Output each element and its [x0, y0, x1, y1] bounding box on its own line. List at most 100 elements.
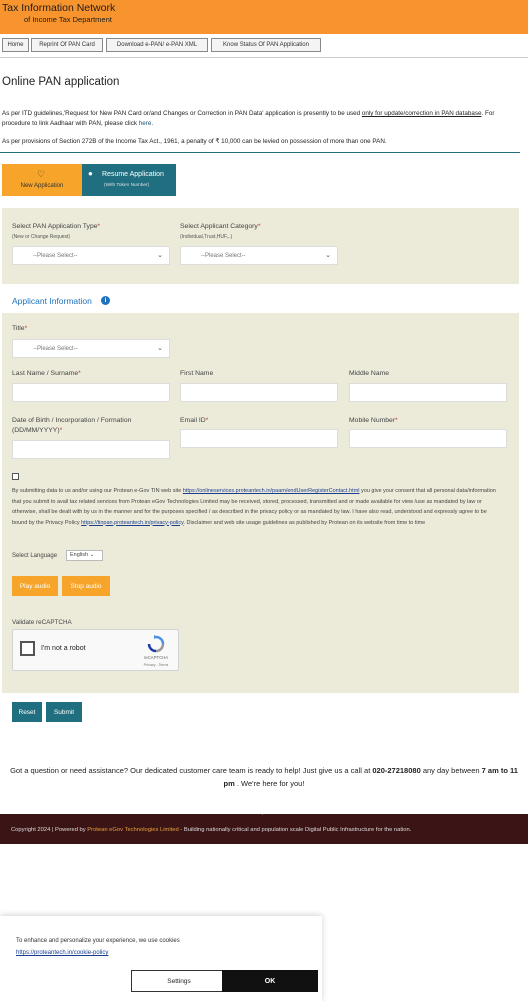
submit-button[interactable]: Submit: [46, 702, 82, 722]
guidelines-underline: only for update/correction in PAN databa…: [361, 110, 482, 117]
tab-new-application[interactable]: ♡ New Application: [2, 164, 82, 196]
tab-new-application-label: New Application: [20, 183, 64, 189]
guidelines-text: As per ITD guidelines,'Request for New P…: [2, 109, 522, 129]
dob-format-text: (DD/MM/YYYY): [12, 427, 60, 434]
mobile-label: Mobile Number*: [349, 417, 398, 424]
language-select-value: English: [70, 552, 89, 558]
play-audio-button[interactable]: Play audio: [12, 576, 58, 596]
reset-button[interactable]: Reset: [12, 702, 42, 722]
guidelines-text-a: As per ITD guidelines,'Request for New P…: [2, 110, 362, 117]
consent-text-c: . Disclaimer and web site usage guidelin…: [183, 519, 426, 526]
penalty-text: As per provisions of Section 272B of the…: [2, 138, 387, 145]
nav-download-epan[interactable]: Download e-PAN/ e-PAN XML: [106, 38, 208, 52]
privacy-policy-link[interactable]: https://tinpan.proteantech.in/privacy-po…: [81, 520, 183, 526]
nav-know-status[interactable]: Know Status Of PAN Application: [211, 38, 321, 52]
mobile-label-text: Mobile Number: [349, 417, 396, 424]
app-type-label: Select PAN Application Type*: [12, 223, 100, 230]
title-select-value: --Please Select--: [33, 346, 78, 352]
required-mark: *: [24, 325, 28, 332]
middle-name-input[interactable]: [349, 383, 507, 402]
info-icon[interactable]: i: [101, 296, 110, 305]
language-select[interactable]: English ⌄: [66, 550, 103, 561]
consent-text-a: By submitting data to us and/or using ou…: [12, 488, 183, 494]
site-footer: ↑ Copyright 2024 | Powered by Protean eG…: [0, 805, 528, 844]
category-hint: (Individual,Trust,HUF,..): [180, 234, 233, 240]
title-select[interactable]: --Please Select-- ⌄: [12, 339, 170, 358]
category-label-text: Select Applicant Category: [180, 223, 258, 230]
last-name-label: Last Name / Surname*: [12, 370, 81, 377]
site-title: Tax Information Network: [2, 2, 116, 14]
middle-name-label: Middle Name: [349, 370, 390, 377]
tab-resume-application-sublabel: (With Token Number): [104, 183, 150, 188]
required-mark: *: [205, 417, 209, 424]
first-name-label: First Name: [180, 370, 214, 377]
help-text-c: . We're here for you!: [234, 779, 305, 788]
dob-label: Date of Birth / Incorporation / Formatio…: [12, 417, 132, 424]
title-label: Title*: [12, 325, 27, 332]
cookie-policy-link[interactable]: https://proteantech.in/cookie-policy: [16, 950, 108, 956]
site-subtitle: of Income Tax Department: [24, 15, 112, 24]
help-text: Got a question or need assistance? Our d…: [4, 764, 524, 790]
app-type-hint: (New or Change Request): [12, 234, 71, 240]
chevron-down-icon: ⌄: [325, 252, 331, 259]
dob-input[interactable]: [12, 440, 170, 459]
page-title: Online PAN application: [2, 76, 120, 88]
footer-brand-link[interactable]: Protean eGov Technologies Limited: [87, 827, 178, 833]
app-type-select[interactable]: --Please Select-- ⌄: [12, 246, 170, 265]
recaptcha-text: I'm not a robot: [41, 645, 86, 652]
recaptcha-logo-icon: [147, 635, 165, 653]
section-divider: [0, 152, 520, 153]
email-input[interactable]: [180, 429, 338, 448]
help-phone: 020-27218080: [372, 766, 421, 775]
footer-text: Copyright 2024 | Powered by Protean eGov…: [11, 827, 521, 833]
recaptcha-brand: reCAPTCHA: [143, 655, 169, 660]
recaptcha-label: Validate reCAPTCHA: [12, 619, 72, 626]
top-navigation: Home Reprint Of PAN Card Download e-PAN/…: [0, 36, 528, 56]
cookie-settings-button[interactable]: Settings: [131, 970, 227, 992]
mobile-input[interactable]: [349, 429, 507, 448]
required-mark: *: [59, 427, 63, 434]
footer-text-a: Copyright 2024 | Powered by: [11, 827, 88, 833]
stop-audio-button[interactable]: Stop audio: [62, 576, 110, 596]
first-name-input[interactable]: [180, 383, 338, 402]
nav-divider: [0, 57, 528, 58]
user-icon: ●: [88, 169, 93, 178]
cookie-ok-button[interactable]: OK: [222, 970, 318, 992]
app-type-label-text: Select PAN Application Type: [12, 223, 98, 230]
app-type-select-value: --Please Select--: [33, 253, 78, 259]
tab-resume-application-label: Resume Application: [102, 171, 164, 178]
title-label-text: Title: [12, 325, 25, 332]
last-name-input[interactable]: [12, 383, 170, 402]
email-label-text: Email ID: [180, 417, 206, 424]
recaptcha-checkbox[interactable]: [20, 641, 35, 656]
email-label: Email ID*: [180, 417, 208, 424]
help-text-a: Got a question or need assistance? Our d…: [10, 766, 373, 775]
consent-text: By submitting data to us and/or using ou…: [12, 486, 502, 528]
consent-checkbox[interactable]: [12, 473, 19, 480]
user-plus-icon: ♡: [37, 169, 46, 179]
language-label: Select Language: [12, 553, 58, 559]
last-name-label-text: Last Name / Surname: [12, 370, 79, 377]
help-text-b: any day between: [420, 766, 482, 775]
category-select-value: --Please Select--: [201, 253, 246, 259]
chevron-down-icon: ⌄: [89, 552, 95, 558]
aadhaar-link-here[interactable]: here: [139, 120, 152, 127]
nav-reprint-pan[interactable]: Reprint Of PAN Card: [31, 38, 103, 52]
tab-resume-application[interactable]: ● Resume Application (With Token Number): [82, 164, 176, 196]
required-mark: *: [257, 223, 261, 230]
category-select[interactable]: --Please Select-- ⌄: [180, 246, 338, 265]
recaptcha-privacy-terms[interactable]: Privacy - Terms: [135, 663, 177, 667]
chevron-down-icon: ⌄: [157, 252, 163, 259]
dob-format-label: (DD/MM/YYYY)*: [12, 427, 62, 434]
cookie-text: To enhance and personalize your experien…: [16, 938, 180, 944]
applicant-info-heading: Applicant Information: [12, 296, 92, 306]
required-mark: *: [395, 417, 398, 424]
nav-home[interactable]: Home: [2, 38, 29, 52]
cookie-banner: To enhance and personalize your experien…: [0, 916, 322, 1002]
category-label: Select Applicant Category*: [180, 223, 261, 230]
recaptcha-widget: I'm not a robot reCAPTCHA Privacy - Term…: [12, 629, 179, 671]
scroll-top-arrow-icon[interactable]: ↑: [255, 804, 270, 819]
site-header: Tax Information Network of Income Tax De…: [0, 0, 528, 34]
consent-link-contact[interactable]: https://onlineservices.proteantech.in/pa…: [183, 488, 360, 494]
application-type-panel: Select PAN Application Type* (New or Cha…: [2, 208, 519, 284]
